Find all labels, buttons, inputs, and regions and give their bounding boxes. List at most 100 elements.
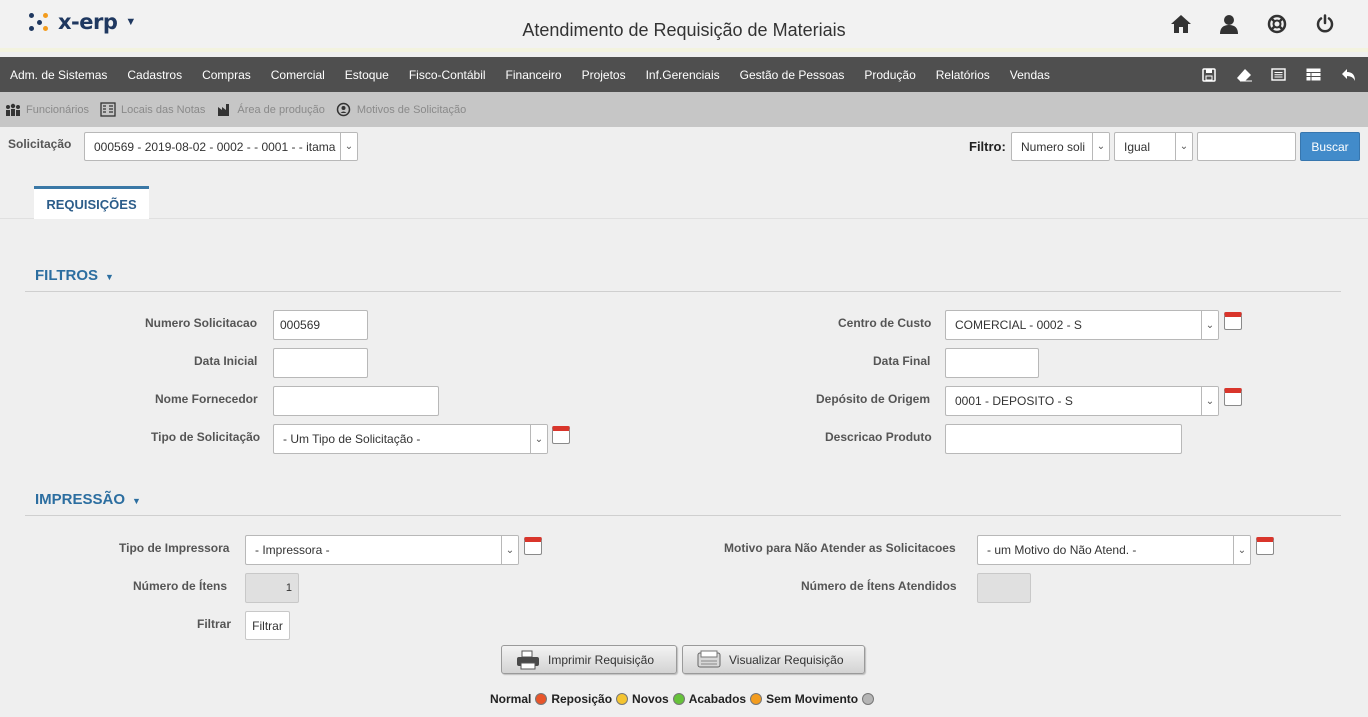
- motivo-label: Motivo para Não Atender as Solicitacoes: [724, 541, 956, 555]
- shortcut-motivos-solicitacao[interactable]: Motivos de Solicitação: [336, 102, 466, 118]
- shortcut-locais-notas[interactable]: Locais das Notas: [100, 102, 205, 118]
- menu-item-vendas[interactable]: Vendas: [1000, 68, 1060, 82]
- caret-down-icon: ▼: [105, 272, 114, 282]
- centro-custo-select[interactable]: COMERCIAL - 0002 - S ⌄: [945, 310, 1219, 340]
- legend-label: Novos: [632, 692, 669, 706]
- tipo-solicitacao-label: Tipo de Solicitação: [151, 430, 261, 444]
- deposito-origem-label: Depósito de Origem: [816, 392, 931, 406]
- impressao-section-header[interactable]: IMPRESSÃO ▼: [35, 491, 141, 508]
- printer-icon: [516, 650, 540, 670]
- numero-solicitacao-label: Numero Solicitacao: [145, 316, 258, 330]
- numero-itens-atendidos-field: [977, 573, 1031, 603]
- legend-label: Sem Movimento: [766, 692, 859, 706]
- menu-item-cadastros[interactable]: Cadastros: [117, 68, 192, 82]
- chevron-down-icon: ⌄: [1201, 387, 1218, 415]
- calendar-icon[interactable]: [524, 537, 542, 555]
- chevron-down-icon: ⌄: [1201, 311, 1218, 339]
- filtro-value-input[interactable]: [1197, 132, 1296, 161]
- tipo-solicitacao-select[interactable]: - Um Tipo de Solicitação - ⌄: [273, 424, 548, 454]
- calendar-icon[interactable]: [552, 426, 570, 444]
- eraser-icon[interactable]: [1234, 65, 1253, 84]
- menu-item-estoque[interactable]: Estoque: [335, 68, 399, 82]
- filtro-operator-select[interactable]: Igual ⌄: [1114, 132, 1193, 161]
- home-icon[interactable]: [1168, 11, 1194, 37]
- save-icon[interactable]: [1199, 65, 1218, 84]
- numero-itens-atendidos-label: Número de Ítens Atendidos: [801, 579, 957, 593]
- tipo-impressora-label: Tipo de Impressora: [119, 541, 230, 555]
- numero-solicitacao-input[interactable]: 000569: [273, 310, 368, 340]
- nome-fornecedor-input[interactable]: [273, 386, 439, 416]
- menu-item-comercial[interactable]: Comercial: [261, 68, 335, 82]
- filtrar-button[interactable]: Filtrar: [245, 611, 290, 640]
- status-dot-icon: [616, 693, 629, 705]
- section-title: FILTROS: [35, 267, 99, 284]
- calendar-icon[interactable]: [1224, 312, 1242, 330]
- shortcut-funcionarios[interactable]: Funcionários: [5, 102, 89, 118]
- caret-down-icon: ▼: [132, 496, 141, 506]
- filtro-field-select[interactable]: Numero soli ⌄: [1011, 132, 1110, 161]
- status-dot-icon: [672, 693, 685, 705]
- centro-custo-label: Centro de Custo: [838, 316, 932, 330]
- filtrar-label: Filtrar: [197, 617, 232, 631]
- menu-item-gestao-pessoas[interactable]: Gestão de Pessoas: [730, 68, 855, 82]
- table-icon[interactable]: [1304, 65, 1323, 84]
- tipo-impressora-select[interactable]: - Impressora - ⌄: [245, 535, 519, 565]
- numero-itens-label: Número de Ítens: [133, 579, 228, 593]
- menu-item-compras[interactable]: Compras: [192, 68, 261, 82]
- menu-item-inf-gerenciais[interactable]: Inf.Gerenciais: [636, 68, 730, 82]
- lifebuoy-icon[interactable]: [1264, 11, 1290, 37]
- document-preview-icon: [697, 650, 721, 670]
- chevron-down-icon: ⌄: [501, 536, 518, 564]
- chevron-down-icon: ⌄: [1233, 536, 1250, 564]
- imprimir-requisicao-button[interactable]: Imprimir Requisição: [501, 645, 677, 674]
- menu-item-fisco-contabil[interactable]: Fisco-Contábil: [399, 68, 496, 82]
- tab-requisicoes[interactable]: REQUISIÇÕES: [34, 186, 149, 219]
- user-icon[interactable]: [1216, 11, 1242, 37]
- buscar-button[interactable]: Buscar: [1300, 132, 1360, 161]
- section-divider: [25, 515, 1341, 516]
- solicitacao-select[interactable]: 000569 - 2019-08-02 - 0002 - - 0001 - - …: [84, 132, 358, 161]
- filtros-section-header[interactable]: FILTROS ▼: [35, 267, 114, 284]
- data-inicial-input[interactable]: [273, 348, 368, 378]
- calendar-icon[interactable]: [1224, 388, 1242, 406]
- list-icon[interactable]: [1269, 65, 1288, 84]
- data-final-input[interactable]: [945, 348, 1039, 378]
- calendar-icon[interactable]: [1256, 537, 1274, 555]
- shortcut-bar: Funcionários Locais das Notas Área de pr…: [0, 92, 1368, 127]
- chevron-down-icon: ⌄: [1092, 133, 1109, 160]
- status-dot-icon: [862, 693, 875, 705]
- top-bar: x-erp ▼ Atendimento de Requisição de Mat…: [0, 0, 1368, 52]
- descricao-produto-input[interactable]: [945, 424, 1182, 454]
- shortcut-label: Locais das Notas: [120, 103, 206, 116]
- visualizar-requisicao-button[interactable]: Visualizar Requisição: [682, 645, 865, 674]
- menu-item-adm-sistemas[interactable]: Adm. de Sistemas: [0, 68, 117, 82]
- status-dot-icon: [750, 693, 763, 705]
- data-inicial-label: Data Inicial: [194, 354, 258, 368]
- menu-item-projetos[interactable]: Projetos: [572, 68, 636, 82]
- section-divider: [25, 291, 1341, 292]
- factory-icon: [216, 102, 232, 118]
- power-icon[interactable]: [1312, 11, 1338, 37]
- legend-label: Reposição: [551, 692, 613, 706]
- undo-icon[interactable]: [1339, 65, 1358, 84]
- building-icon: [100, 102, 116, 118]
- motivo-select[interactable]: - um Motivo do Não Atend. - ⌄: [977, 535, 1251, 565]
- status-legend: Normal Reposição Novos Acabados Sem Movi…: [490, 692, 878, 706]
- numero-itens-field: 1: [245, 573, 299, 603]
- deposito-origem-select[interactable]: 0001 - DEPOSITO - S ⌄: [945, 386, 1219, 416]
- nome-fornecedor-label: Nome Fornecedor: [155, 392, 258, 406]
- shortcut-label: Motivos de Solicitação: [356, 103, 467, 116]
- menu-item-financeiro[interactable]: Financeiro: [496, 68, 572, 82]
- tab-divider: [0, 218, 1368, 219]
- shortcut-label: Funcionários: [26, 103, 89, 116]
- main-menu: Adm. de Sistemas Cadastros Compras Comer…: [0, 57, 1368, 92]
- solicitacao-label: Solicitação: [8, 137, 72, 151]
- shortcut-area-producao[interactable]: Área de produção: [216, 102, 325, 118]
- filtro-label: Filtro:: [969, 139, 1006, 154]
- badge-icon: [336, 102, 352, 118]
- data-final-label: Data Final: [873, 354, 931, 368]
- legend-label: Acabados: [688, 692, 747, 706]
- chevron-down-icon: ⌄: [530, 425, 547, 453]
- menu-item-relatorios[interactable]: Relatórios: [926, 68, 1000, 82]
- menu-item-producao[interactable]: Produção: [854, 68, 925, 82]
